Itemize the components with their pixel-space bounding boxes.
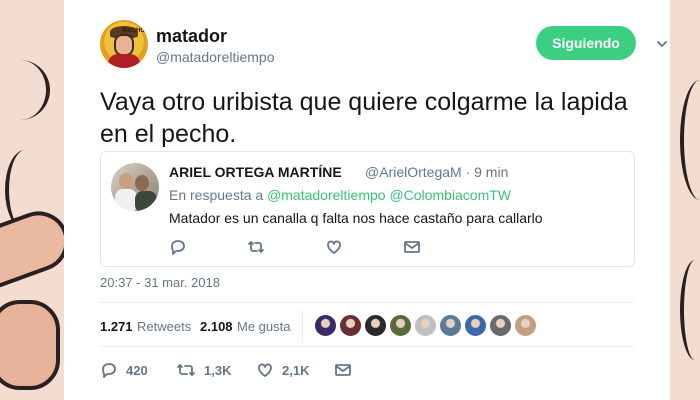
- avatar-shirt: [108, 54, 140, 68]
- retweet-count: 1,3K: [204, 362, 232, 378]
- chevron-down-icon[interactable]: [656, 38, 668, 50]
- quoted-tweet[interactable]: ARIEL ORTEGA MARTÍNE @ArielOrtegaM · 9 m…: [100, 151, 635, 267]
- tweet-timestamp[interactable]: 20:37 - 31 mar. 2018: [100, 275, 220, 290]
- user-handle[interactable]: @matadoreltiempo: [156, 49, 275, 65]
- envelope-icon: [335, 364, 351, 376]
- liker-avatar[interactable]: [514, 314, 537, 337]
- avatar-face: [114, 34, 134, 56]
- avatar-body: [115, 189, 137, 211]
- tweet-text: Vaya otro uribista que quiere colgarme l…: [100, 88, 628, 148]
- quoted-tweet-text: Matador es un canalla q falta nos hace c…: [169, 210, 543, 226]
- stats-separator: [302, 310, 303, 342]
- likes-label: Me gusta: [237, 319, 291, 334]
- avatar-body: [135, 191, 157, 211]
- tweet-actions: 420 1,3K 2,1K: [100, 356, 500, 384]
- retweets-stat[interactable]: 1.271 Retweets: [100, 318, 191, 336]
- liker-avatar[interactable]: [464, 314, 487, 337]
- reply-action[interactable]: 420: [100, 360, 148, 380]
- tweet-stats: 1.271 Retweets 2.108 Me gusta: [100, 310, 634, 342]
- divider: [100, 346, 634, 347]
- heart-icon: [258, 363, 272, 377]
- retweets-label: Retweets: [137, 319, 192, 334]
- user-name[interactable]: matador: [156, 26, 227, 47]
- reply-count: 420: [126, 362, 148, 378]
- background-right: [670, 0, 700, 400]
- background-stroke: [680, 260, 700, 360]
- background-left: [0, 0, 64, 400]
- envelope-icon[interactable]: [403, 238, 421, 256]
- quoted-user-avatar[interactable]: [111, 163, 159, 211]
- background-stroke: [680, 80, 700, 200]
- retweets-count: 1.271: [100, 319, 133, 334]
- tweet-card: MACHO matador @matadoreltiempo Siguiendo…: [64, 0, 670, 400]
- user-avatar[interactable]: MACHO: [100, 20, 148, 68]
- reply-icon: [102, 363, 116, 378]
- quoted-tweet-actions: [169, 238, 469, 258]
- liker-avatar[interactable]: [489, 314, 512, 337]
- divider: [100, 302, 634, 303]
- reply-mention-link[interactable]: @ColombiacomTW: [389, 187, 511, 203]
- like-count: 2,1K: [282, 362, 310, 378]
- liker-avatar[interactable]: [414, 314, 437, 337]
- retweet-action[interactable]: 1,3K: [176, 360, 231, 380]
- following-button[interactable]: Siguiendo: [536, 26, 636, 60]
- avatar-logo-text: MACHO: [122, 28, 145, 34]
- dm-action[interactable]: [334, 360, 352, 380]
- likes-count: 2.108: [200, 319, 233, 334]
- liker-avatar[interactable]: [339, 314, 362, 337]
- likes-stat[interactable]: 2.108 Me gusta: [200, 318, 290, 336]
- avatar-person: [119, 173, 133, 189]
- reply-mention-link[interactable]: @matadoreltiempo: [267, 187, 386, 203]
- tweet-header: MACHO matador @matadoreltiempo Siguiendo: [100, 20, 667, 70]
- reply-context: En respuesta a @matadoreltiempo @Colombi…: [169, 187, 511, 203]
- quoted-user-meta: @ArielOrtegaM · 9 min: [365, 164, 509, 180]
- background-hand: [0, 300, 60, 390]
- reply-icon[interactable]: [169, 238, 187, 256]
- liker-avatar[interactable]: [439, 314, 462, 337]
- retweet-icon: [177, 364, 195, 376]
- heart-icon[interactable]: [325, 238, 343, 256]
- retweet-icon[interactable]: [247, 238, 265, 256]
- liker-avatar[interactable]: [389, 314, 412, 337]
- avatar-person: [135, 175, 149, 191]
- liker-avatar[interactable]: [364, 314, 387, 337]
- background-stroke: [0, 60, 50, 120]
- reply-prefix: En respuesta a: [169, 187, 264, 203]
- quoted-user-name[interactable]: ARIEL ORTEGA MARTÍNE: [169, 164, 342, 180]
- liker-avatar[interactable]: [314, 314, 337, 337]
- like-action[interactable]: 2,1K: [256, 360, 309, 380]
